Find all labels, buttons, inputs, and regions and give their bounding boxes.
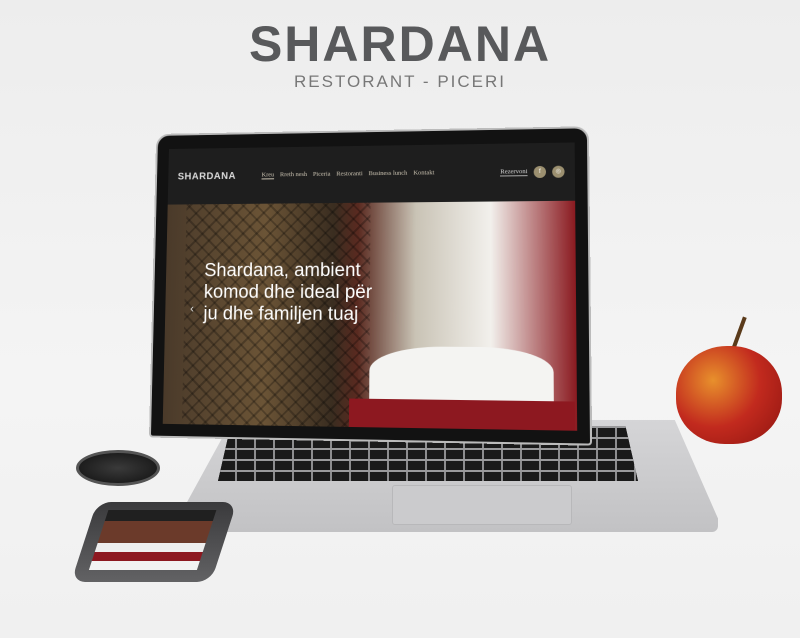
nav-item-kontakt[interactable]: Kontakt [413,169,434,177]
nav-item-rreth-nesh[interactable]: Rreth nesh [280,171,307,179]
trackpad [392,485,572,525]
brand-subtitle: RESTORANT - PICERI [293,72,506,91]
apple [676,346,782,444]
nav-item-business-lunch[interactable]: Business lunch [369,170,408,178]
slider-prev-icon[interactable]: ‹ [190,302,194,316]
brand-title: SHARDANA [248,16,552,72]
brand-header: SHARDANA RESTORANT - PICERI [0,18,800,92]
site-logo[interactable]: SHARDANA [178,171,236,182]
phone-screen [88,510,217,570]
facebook-icon[interactable]: f [533,165,547,179]
nav-item-piceria[interactable]: Piceria [313,171,331,179]
nav-item-restoranti[interactable]: Restoranti [336,170,362,178]
site-nav: SHARDANA Kreu Rreth nesh Piceria Restora… [167,142,576,205]
nav-item-kreu[interactable]: Kreu [261,171,275,180]
instagram-icon[interactable]: ◎ [552,165,565,178]
smartphone [71,502,237,582]
laptop-screen: SHARDANA Kreu Rreth nesh Piceria Restora… [162,142,578,431]
reserve-link[interactable]: Rezervoni [500,168,528,177]
hero-tablecloth-image [348,398,576,431]
laptop-lid: SHARDANA Kreu Rreth nesh Piceria Restora… [149,126,593,446]
lens-cap [76,450,160,486]
nav-menu: Kreu Rreth nesh Piceria Restoranti Busin… [261,169,434,180]
hero-headline: Shardana, ambient komod dhe ideal për ju… [203,260,373,325]
hero-slider: ‹ Shardana, ambient komod dhe ideal për … [162,200,578,431]
